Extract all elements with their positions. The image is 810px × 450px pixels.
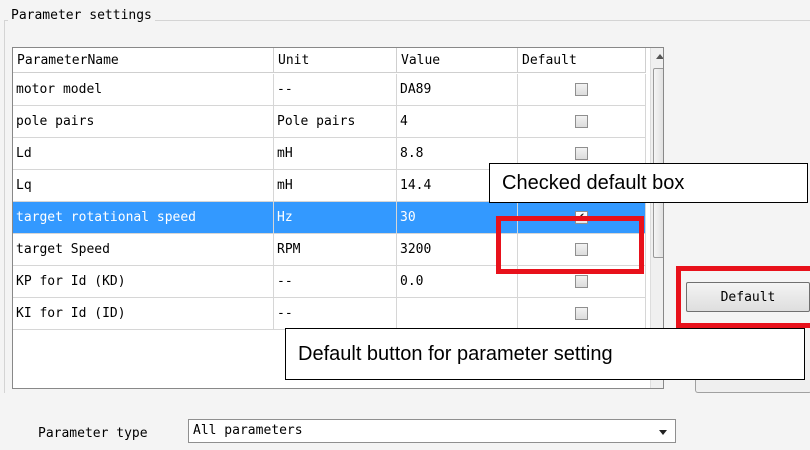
column-header-unit[interactable]: Unit <box>274 48 397 73</box>
param-name-cell: target rotational speed <box>13 202 274 234</box>
param-unit-cell: -- <box>274 74 397 106</box>
param-value-cell[interactable]: 4 <box>397 106 518 138</box>
column-header-default[interactable]: Default <box>518 48 646 73</box>
param-name-cell: pole pairs <box>13 106 274 138</box>
param-unit-cell: Pole pairs <box>274 106 397 138</box>
column-header-name[interactable]: ParameterName <box>13 48 274 73</box>
default-checkbox[interactable] <box>575 147 588 160</box>
parameter-type-label: Parameter type <box>38 426 148 441</box>
checked-box-highlight <box>496 216 644 274</box>
callout-default-button: Default button for parameter setting <box>285 328 805 380</box>
param-name-cell: target Speed <box>13 234 274 266</box>
default-checkbox[interactable] <box>575 275 588 288</box>
group-title: Parameter settings <box>8 8 155 23</box>
parameter-type-value: All parameters <box>193 423 303 438</box>
param-unit-cell: -- <box>274 266 397 298</box>
parameter-type-select[interactable]: All parameters <box>188 419 676 443</box>
param-default-cell <box>518 298 646 330</box>
default-checkbox[interactable] <box>575 307 588 320</box>
default-checkbox[interactable] <box>575 115 588 128</box>
scroll-up-arrow-icon[interactable] <box>651 48 663 65</box>
param-default-cell <box>518 106 646 138</box>
param-unit-cell: -- <box>274 298 397 330</box>
param-name-cell: KP for Id (KD) <box>13 266 274 298</box>
param-name-cell: motor model <box>13 74 274 106</box>
table-row[interactable]: KI for Id (ID) -- <box>13 298 646 330</box>
table-row[interactable]: motor model -- DA89 <box>13 74 646 106</box>
callout-checked-box: Checked default box <box>489 163 808 203</box>
column-header-value[interactable]: Value <box>397 48 518 73</box>
param-name-cell: Ld <box>13 138 274 170</box>
param-name-cell: KI for Id (ID) <box>13 298 274 330</box>
table-row[interactable]: pole pairs Pole pairs 4 <box>13 106 646 138</box>
param-unit-cell: RPM <box>274 234 397 266</box>
table-header: ParameterName Unit Value Default <box>13 48 646 74</box>
param-value-cell[interactable]: DA89 <box>397 74 518 106</box>
param-unit-cell: mH <box>274 138 397 170</box>
param-default-cell <box>518 74 646 106</box>
param-unit-cell: mH <box>274 170 397 202</box>
param-unit-cell: Hz <box>274 202 397 234</box>
param-value-cell[interactable] <box>397 298 518 330</box>
param-name-cell: Lq <box>13 170 274 202</box>
default-button[interactable]: Default <box>686 282 810 312</box>
chevron-down-icon[interactable] <box>659 430 667 435</box>
default-checkbox[interactable] <box>575 83 588 96</box>
